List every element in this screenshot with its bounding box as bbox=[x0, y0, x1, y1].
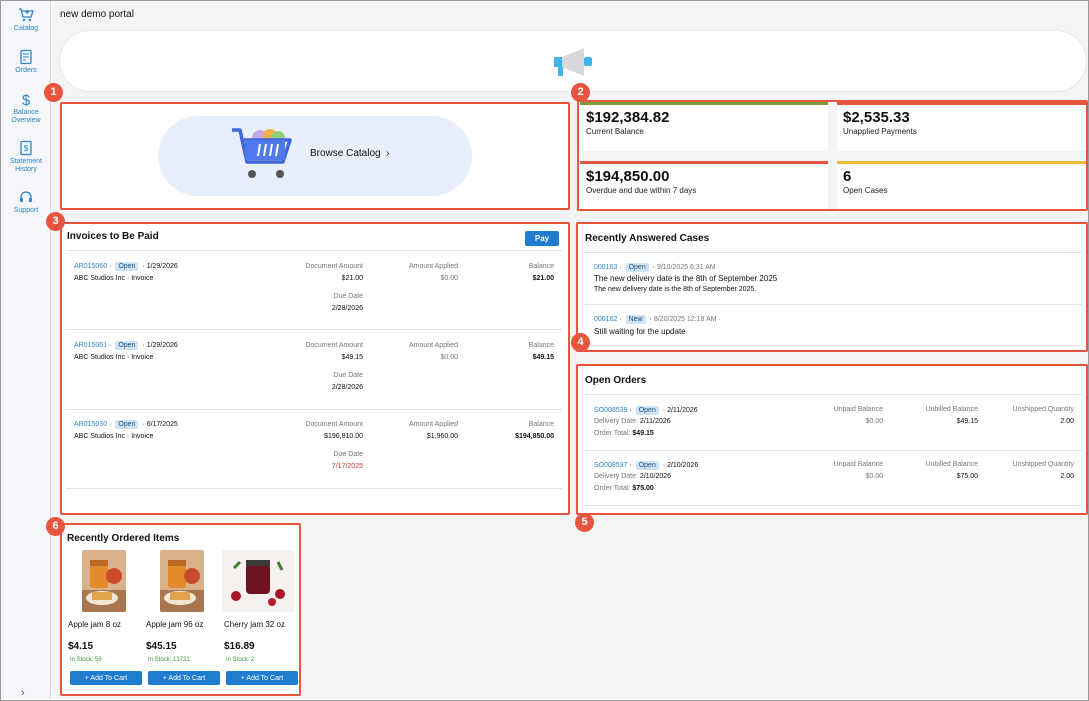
orders-icon bbox=[20, 49, 32, 65]
sidebar-item-label: Catalog bbox=[13, 25, 39, 32]
step-marker-5: 5 bbox=[575, 513, 594, 532]
step-marker-3: 3 bbox=[46, 212, 65, 231]
step-marker-2: 2 bbox=[571, 83, 590, 102]
sidebar-item-label: Orders bbox=[15, 67, 37, 74]
highlight-box-4 bbox=[576, 222, 1088, 352]
svg-text:$: $ bbox=[22, 92, 31, 107]
statement-icon: $ bbox=[20, 140, 32, 156]
sidebar: Catalog Orders $ Balance Overview $ Stat… bbox=[1, 1, 51, 699]
highlight-box-6 bbox=[60, 523, 301, 696]
page-title: new demo portal bbox=[60, 9, 134, 20]
announcement-banner bbox=[60, 31, 1086, 91]
highlight-box-1 bbox=[60, 102, 570, 210]
sidebar-item-support[interactable]: Support bbox=[1, 189, 51, 215]
sidebar-item-label: Balance Overview bbox=[11, 109, 41, 124]
megaphone-icon bbox=[554, 48, 592, 76]
cart-icon bbox=[19, 8, 34, 22]
svg-text:$: $ bbox=[24, 144, 29, 153]
sidebar-item-orders[interactable]: Orders bbox=[1, 49, 51, 75]
highlight-box-5 bbox=[576, 364, 1088, 515]
sidebar-item-label: Support bbox=[13, 207, 39, 214]
sidebar-item-statement-history[interactable]: $ Statement History bbox=[1, 140, 51, 174]
sidebar-item-catalog[interactable]: Catalog bbox=[1, 7, 51, 33]
step-marker-4: 4 bbox=[571, 333, 590, 352]
step-marker-6: 6 bbox=[46, 517, 65, 536]
highlight-box-2 bbox=[577, 100, 1088, 211]
highlight-box-3 bbox=[60, 222, 570, 515]
sidebar-item-balance-overview[interactable]: $ Balance Overview bbox=[1, 91, 51, 125]
step-marker-1: 1 bbox=[44, 83, 63, 102]
sidebar-item-label: Statement History bbox=[10, 158, 42, 173]
main-content: new demo portal Browse Catalog › 1 $192,… bbox=[44, 1, 1088, 699]
dollar-icon: $ bbox=[22, 92, 31, 107]
sidebar-expand-icon[interactable]: › bbox=[21, 687, 25, 699]
headset-icon bbox=[20, 191, 32, 202]
